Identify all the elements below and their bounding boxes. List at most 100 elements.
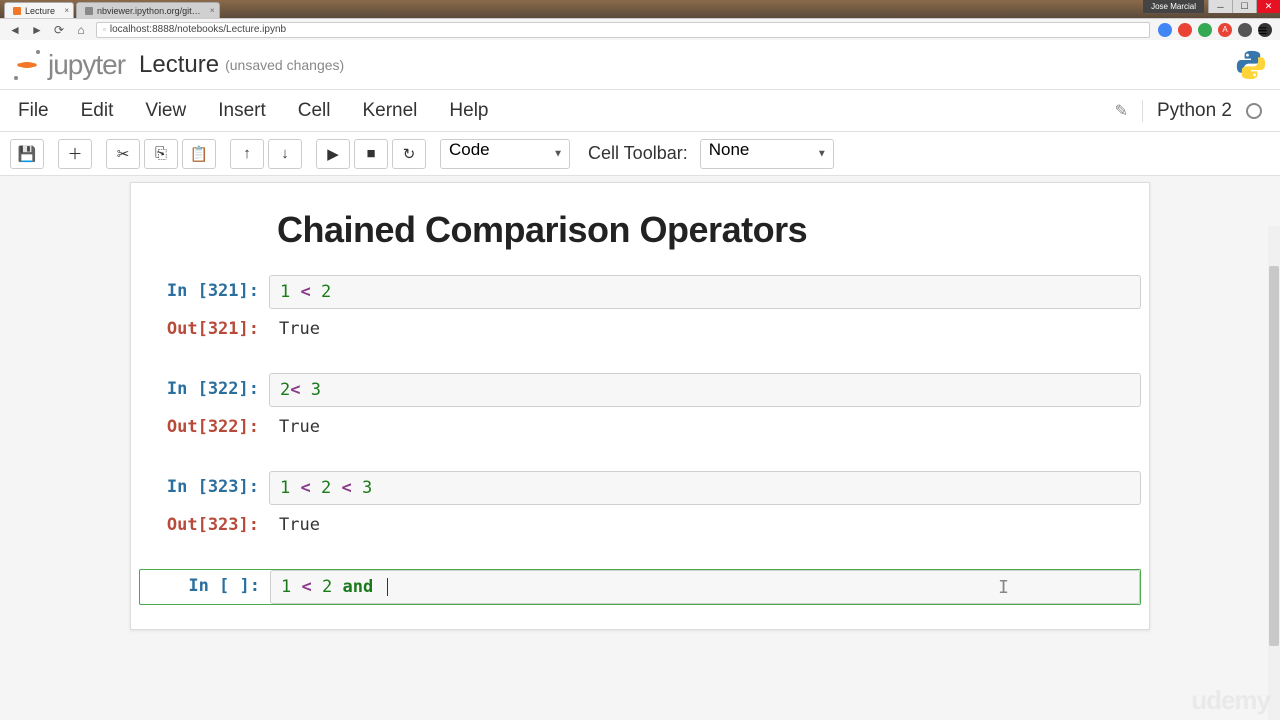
adblock-icon[interactable]: A [1218,23,1232,37]
menu-kernel[interactable]: Kernel [362,100,417,122]
code-cell[interactable]: In [323]: 1 < 2 < 3 Out[323]: True [139,471,1141,541]
browser-tabs: Lecture × nbviewer.ipython.org/git… × [0,0,1280,18]
menu-help[interactable]: Help [449,100,488,122]
token: < [342,478,352,498]
arrow-up-icon: ↑ [243,145,251,162]
code-input[interactable]: 1 < 2 and I [270,570,1140,604]
output-text: True [269,411,1141,443]
token: 2 [322,577,332,597]
cut-button[interactable]: ✂ [106,139,140,169]
refresh-icon: ↻ [403,145,416,163]
restart-button[interactable]: ↻ [392,139,426,169]
address-bar[interactable]: ▫ localhost:8888/notebooks/Lecture.ipynb [96,22,1150,38]
heading: Chained Comparison Operators [277,209,1141,251]
out-prompt: Out[323]: [139,509,269,541]
extension-icon[interactable] [1198,23,1212,37]
plus-icon: ＋ [67,143,82,164]
tab-title: Lecture [25,6,55,16]
extension-icon[interactable] [1158,23,1172,37]
code-cell[interactable]: In [322]: 2< 3 Out[322]: True [139,373,1141,443]
jupyter-header: jupyter Lecture (unsaved changes) [0,40,1280,90]
token: 1 [280,282,290,302]
code-input[interactable]: 1 < 2 < 3 [269,471,1141,505]
jupyter-logo-text: jupyter [48,49,125,81]
token: and [343,577,374,597]
close-tab-icon[interactable]: × [210,6,215,15]
caret-icon: I [998,577,1009,598]
minimize-button[interactable]: ─ [1208,0,1232,13]
floppy-icon: 💾 [18,145,37,163]
token: 1 [281,577,291,597]
menu-view[interactable]: View [145,100,186,122]
in-prompt: In [322]: [139,373,269,407]
maximize-button[interactable]: ☐ [1232,0,1256,13]
out-prompt: Out[321]: [139,313,269,345]
extension-icon[interactable] [1238,23,1252,37]
in-prompt: In [321]: [139,275,269,309]
menu-icon[interactable]: ≡ [1258,23,1272,37]
markdown-cell[interactable]: Chained Comparison Operators [139,209,1141,251]
cell-toolbar-select[interactable]: None ▼ [700,139,834,169]
back-button[interactable]: ◄ [8,23,22,37]
code-input[interactable]: 1 < 2 [269,275,1141,309]
user-badge: Jose Marcial [1143,0,1204,13]
move-up-button[interactable]: ↑ [230,139,264,169]
run-button[interactable]: ▶ [316,139,350,169]
paste-icon: 📋 [190,145,209,163]
menu-edit[interactable]: Edit [81,100,114,122]
token: 3 [362,478,372,498]
menu-cell[interactable]: Cell [298,100,331,122]
scrollbar-thumb[interactable] [1269,266,1279,646]
browser-tab-inactive[interactable]: nbviewer.ipython.org/git… × [76,2,220,18]
jupyter-logo[interactable]: jupyter [12,49,125,81]
add-cell-button[interactable]: ＋ [58,139,92,169]
interrupt-button[interactable]: ■ [354,139,388,169]
play-icon: ▶ [327,145,339,163]
token: 2 [321,478,331,498]
browser-tab-active[interactable]: Lecture × [4,2,74,18]
token: 2 [321,282,331,302]
python-logo-icon [1234,48,1268,82]
code-cell-selected[interactable]: In [ ]: 1 < 2 and I [139,569,1141,605]
notebook-status: (unsaved changes) [225,57,344,73]
token: < [302,577,312,597]
close-window-button[interactable]: ✕ [1256,0,1280,13]
extension-icon[interactable] [1178,23,1192,37]
copy-button[interactable]: ⎘ [144,139,178,169]
kernel-name[interactable]: Python 2 [1142,100,1232,122]
out-prompt: Out[322]: [139,411,269,443]
extension-icons: A ≡ [1158,23,1272,37]
token: < [301,478,311,498]
text-cursor [387,578,388,596]
jupyter-favicon-icon [13,7,21,15]
output-text: True [269,313,1141,345]
chevron-down-icon: ▼ [553,148,563,159]
move-down-button[interactable]: ↓ [268,139,302,169]
code-cell[interactable]: In [321]: 1 < 2 Out[321]: True [139,275,1141,345]
notebook-body: Chained Comparison Operators In [321]: 1… [130,182,1150,630]
address-row: ◄ ► ⟳ ⌂ ▫ localhost:8888/notebooks/Lectu… [0,18,1280,40]
menu-insert[interactable]: Insert [218,100,266,122]
scrollbar-track[interactable] [1268,226,1280,720]
forward-button[interactable]: ► [30,23,44,37]
code-input[interactable]: 2< 3 [269,373,1141,407]
token: 1 [280,478,290,498]
github-favicon-icon [85,7,93,15]
scissors-icon: ✂ [117,145,130,163]
jupyter-logo-icon [12,50,42,80]
save-button[interactable]: 💾 [10,139,44,169]
pencil-icon[interactable]: ✎ [1115,101,1128,121]
browser-chrome: Jose Marcial ─ ☐ ✕ Lecture × nbviewer.ip… [0,0,1280,40]
home-button[interactable]: ⌂ [74,23,88,37]
notebook-name[interactable]: Lecture [139,51,219,79]
in-prompt: In [ ]: [140,570,270,604]
copy-icon: ⎘ [155,145,167,162]
menu-file[interactable]: File [18,100,49,122]
reload-button[interactable]: ⟳ [52,23,66,37]
cell-type-select[interactable]: Code ▼ [440,139,570,169]
notebook-scroll[interactable]: Chained Comparison Operators In [321]: 1… [0,176,1280,720]
chevron-down-icon: ▼ [817,148,827,159]
kernel-idle-icon [1246,103,1262,119]
paste-button[interactable]: 📋 [182,139,216,169]
close-tab-icon[interactable]: × [64,6,69,15]
